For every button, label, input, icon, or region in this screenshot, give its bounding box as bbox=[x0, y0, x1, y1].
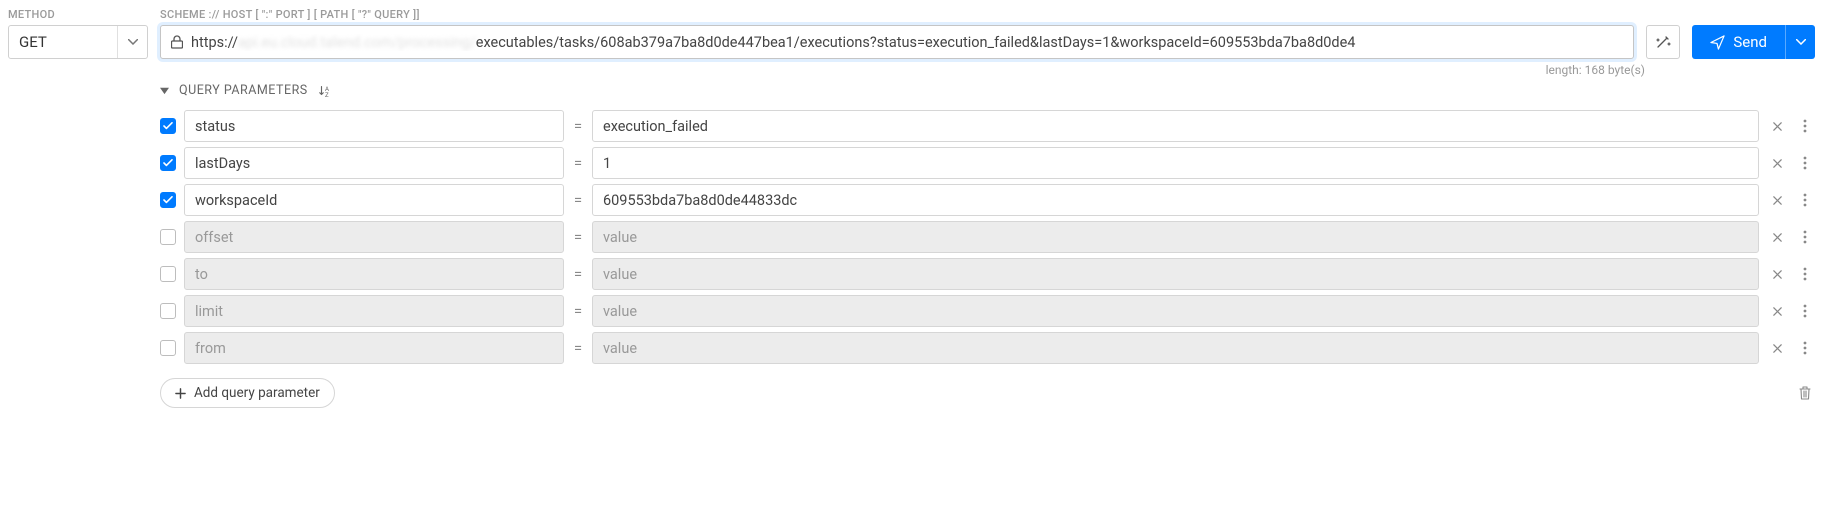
param-checkbox[interactable] bbox=[160, 229, 176, 245]
param-value-input[interactable]: value bbox=[592, 221, 1759, 253]
param-checkbox[interactable] bbox=[160, 155, 176, 171]
param-name-input[interactable]: offset bbox=[184, 221, 564, 253]
equals-sign: = bbox=[572, 117, 584, 135]
param-checkbox[interactable] bbox=[160, 266, 176, 282]
send-label: Send bbox=[1733, 33, 1767, 51]
equals-sign: = bbox=[572, 191, 584, 209]
url-length: length: 168 byte(s) bbox=[8, 63, 1815, 77]
send-button[interactable]: Send bbox=[1692, 25, 1785, 59]
param-value-input[interactable]: value bbox=[592, 258, 1759, 290]
scheme-label: SCHEME :// HOST [ ":" PORT ] [ PATH [ "?… bbox=[160, 8, 1634, 21]
equals-sign: = bbox=[572, 154, 584, 172]
add-query-label: Add query parameter bbox=[194, 385, 320, 401]
param-checkbox[interactable] bbox=[160, 340, 176, 356]
equals-sign: = bbox=[572, 228, 584, 246]
method-select[interactable]: GET bbox=[8, 25, 148, 59]
param-menu-icon[interactable] bbox=[1795, 119, 1815, 133]
remove-param-icon[interactable] bbox=[1767, 232, 1787, 243]
param-checkbox[interactable] bbox=[160, 303, 176, 319]
send-dropdown[interactable] bbox=[1785, 25, 1815, 59]
param-name-input[interactable]: status bbox=[184, 110, 564, 142]
url-input[interactable]: https://api.eu.cloud.talend.com/processi… bbox=[160, 25, 1634, 59]
trash-icon[interactable] bbox=[1795, 385, 1815, 401]
param-value-input[interactable]: value bbox=[592, 332, 1759, 364]
param-checkbox[interactable] bbox=[160, 192, 176, 208]
equals-sign: = bbox=[572, 339, 584, 357]
query-param-row: status = execution_failed bbox=[160, 110, 1815, 142]
query-param-row: from = value bbox=[160, 332, 1815, 364]
param-menu-icon[interactable] bbox=[1795, 193, 1815, 207]
param-menu-icon[interactable] bbox=[1795, 230, 1815, 244]
remove-param-icon[interactable] bbox=[1767, 306, 1787, 317]
lock-icon bbox=[161, 35, 191, 49]
add-query-parameter-button[interactable]: Add query parameter bbox=[160, 378, 335, 408]
remove-param-icon[interactable] bbox=[1767, 158, 1787, 169]
collapse-icon[interactable] bbox=[160, 86, 169, 95]
param-name-input[interactable]: to bbox=[184, 258, 564, 290]
url-text: https://api.eu.cloud.talend.com/processi… bbox=[191, 34, 1633, 51]
query-param-row: to = value bbox=[160, 258, 1815, 290]
method-label: METHOD bbox=[8, 8, 148, 21]
param-value-input[interactable]: execution_failed bbox=[592, 110, 1759, 142]
remove-param-icon[interactable] bbox=[1767, 195, 1787, 206]
magic-wand-button[interactable] bbox=[1646, 25, 1680, 59]
query-param-row: limit = value bbox=[160, 295, 1815, 327]
param-name-input[interactable]: limit bbox=[184, 295, 564, 327]
sort-icon[interactable]: AZ bbox=[318, 84, 332, 98]
param-menu-icon[interactable] bbox=[1795, 304, 1815, 318]
param-menu-icon[interactable] bbox=[1795, 156, 1815, 170]
plus-icon bbox=[175, 388, 186, 399]
query-parameters-title: QUERY PARAMETERS bbox=[179, 83, 308, 98]
svg-text:Z: Z bbox=[325, 92, 329, 98]
param-menu-icon[interactable] bbox=[1795, 267, 1815, 281]
query-param-row: offset = value bbox=[160, 221, 1815, 253]
method-value: GET bbox=[9, 33, 117, 51]
query-param-row: workspaceId = 609553bda7ba8d0de44833dc bbox=[160, 184, 1815, 216]
param-name-input[interactable]: lastDays bbox=[184, 147, 564, 179]
equals-sign: = bbox=[572, 302, 584, 320]
chevron-down-icon[interactable] bbox=[117, 26, 147, 58]
param-value-input[interactable]: 609553bda7ba8d0de44833dc bbox=[592, 184, 1759, 216]
param-menu-icon[interactable] bbox=[1795, 341, 1815, 355]
equals-sign: = bbox=[572, 265, 584, 283]
remove-param-icon[interactable] bbox=[1767, 343, 1787, 354]
query-param-row: lastDays = 1 bbox=[160, 147, 1815, 179]
send-icon bbox=[1710, 35, 1725, 50]
param-value-input[interactable]: value bbox=[592, 295, 1759, 327]
param-name-input[interactable]: workspaceId bbox=[184, 184, 564, 216]
remove-param-icon[interactable] bbox=[1767, 269, 1787, 280]
param-checkbox[interactable] bbox=[160, 118, 176, 134]
param-name-input[interactable]: from bbox=[184, 332, 564, 364]
param-value-input[interactable]: 1 bbox=[592, 147, 1759, 179]
remove-param-icon[interactable] bbox=[1767, 121, 1787, 132]
